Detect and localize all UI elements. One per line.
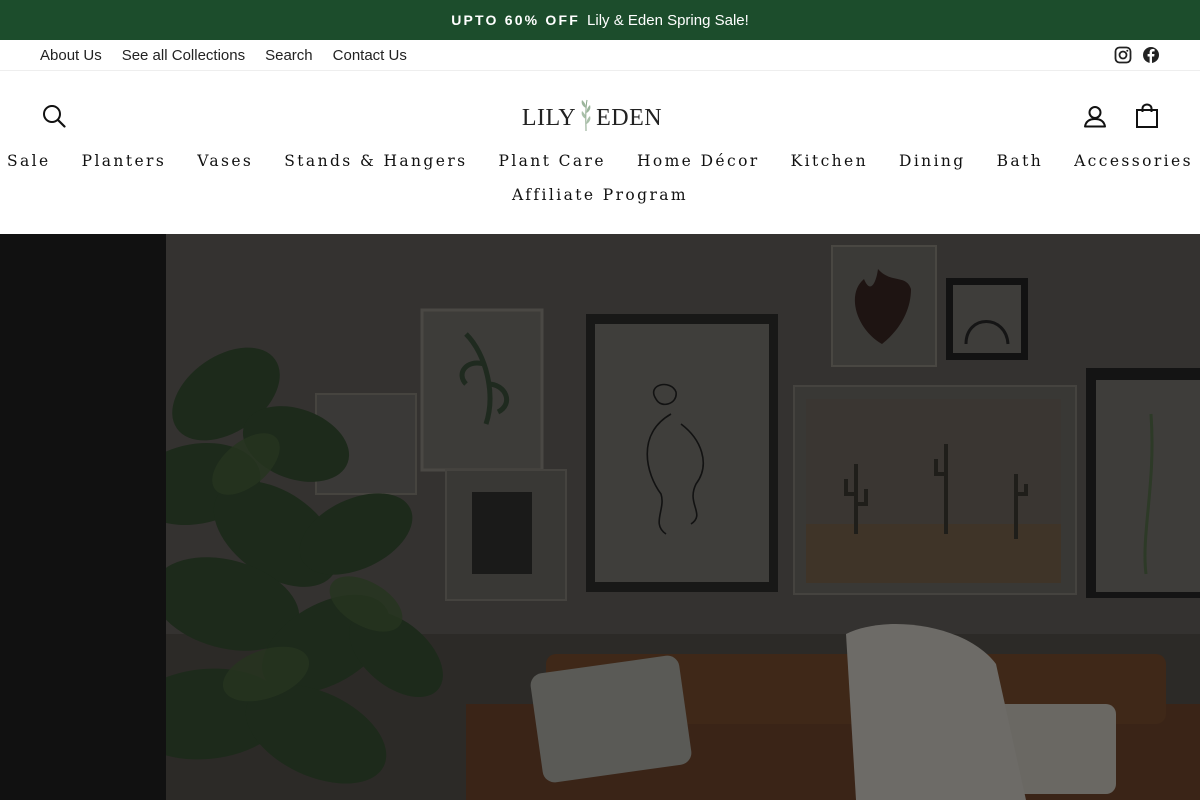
nav-vases[interactable]: Vases: [197, 152, 253, 170]
nav-kitchen[interactable]: Kitchen: [791, 152, 868, 170]
collections-link[interactable]: See all Collections: [122, 47, 245, 64]
nav-affiliate-program[interactable]: Affiliate Program: [512, 186, 688, 204]
frame-plant-print: [420, 308, 544, 472]
nav-stands-hangers[interactable]: Stands & Hangers: [284, 152, 467, 170]
header-search: [42, 104, 66, 132]
contact-us-link[interactable]: Contact Us: [333, 47, 407, 64]
announcement-highlight: UPTO 60% OFF: [451, 12, 581, 28]
instagram-icon[interactable]: [1114, 46, 1132, 64]
hero-illustration: [166, 234, 1200, 800]
announcement-text: Lily & Eden Spring Sale!: [587, 11, 749, 29]
main-nav: Sale Planters Vases Stands & Hangers Pla…: [0, 152, 1200, 170]
logo[interactable]: LILY EDEN: [519, 98, 665, 139]
header-cart: [1135, 102, 1159, 134]
nav-planters[interactable]: Planters: [82, 152, 167, 170]
logo-text-right: EDEN: [596, 104, 663, 131]
logo-text-left: LILY: [521, 104, 577, 131]
about-us-link[interactable]: About Us: [40, 47, 102, 64]
account-icon[interactable]: [1083, 104, 1107, 133]
hero-banner: [0, 234, 1200, 800]
utility-links: About Us See all Collections Search Cont…: [40, 47, 407, 64]
search-icon[interactable]: [42, 104, 66, 133]
social-links: [1114, 46, 1160, 64]
utility-bar: About Us See all Collections Search Cont…: [0, 40, 1200, 71]
nav-plant-care[interactable]: Plant Care: [498, 152, 605, 170]
nav-dining[interactable]: Dining: [899, 152, 966, 170]
main-nav-row2: Affiliate Program: [0, 186, 1200, 204]
shopping-bag-icon[interactable]: [1135, 102, 1159, 134]
announcement-bar: UPTO 60% OFF Lily & Eden Spring Sale!: [0, 0, 1200, 40]
nav-sale[interactable]: Sale: [7, 152, 51, 170]
hero-image[interactable]: [166, 234, 1200, 800]
header-account: [1083, 104, 1107, 132]
leaf-logo-icon: [579, 98, 593, 139]
search-link[interactable]: Search: [265, 47, 313, 64]
nav-bath[interactable]: Bath: [997, 152, 1043, 170]
nav-accessories[interactable]: Accessories: [1074, 152, 1193, 170]
facebook-icon[interactable]: [1142, 46, 1160, 64]
nav-home-decor[interactable]: Home Décor: [637, 152, 760, 170]
